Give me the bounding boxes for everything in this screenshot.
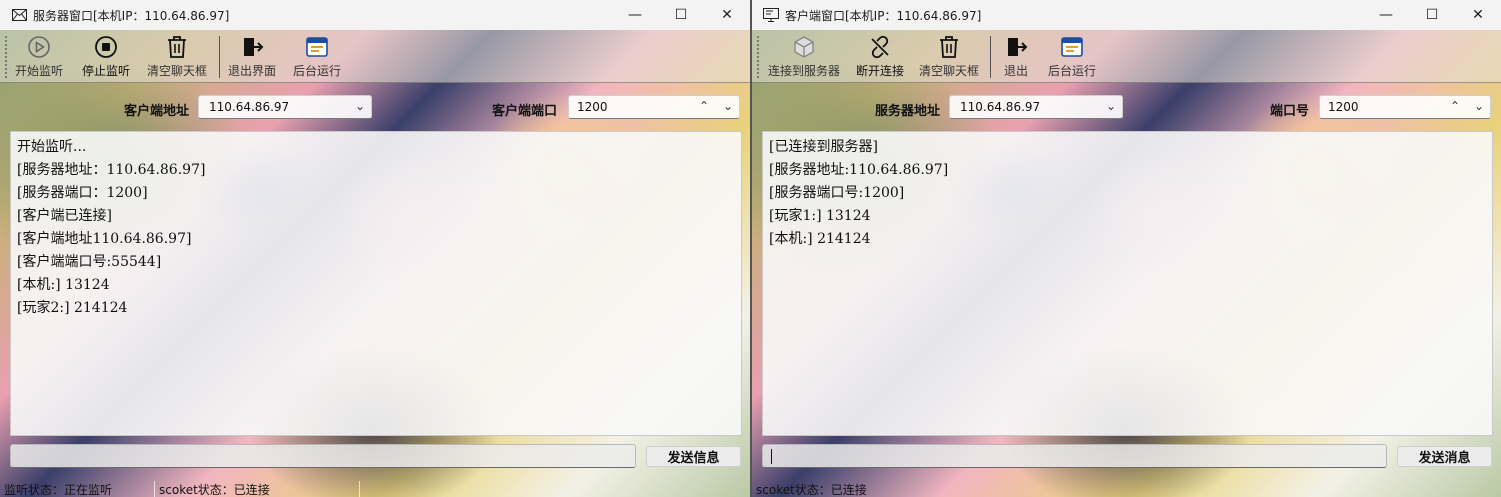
mail-icon xyxy=(11,8,27,22)
window-title: 客户端窗口[本机IP：110.64.86.97] xyxy=(785,8,982,23)
clear-chat-label: 清空聊天框 xyxy=(147,64,208,78)
trash-icon xyxy=(164,34,190,60)
connection-fields: 服务器地址 110.64.86.97 ⌄ 端口号 1200 ⌃ ⌄ xyxy=(752,95,1501,121)
minimize-button[interactable]: — xyxy=(612,0,658,30)
server-titlebar: 服务器窗口[本机IP：110.64.86.97] — ☐ ✕ xyxy=(0,0,750,30)
chevron-down-icon[interactable]: ⌄ xyxy=(1474,99,1484,113)
background-run-button[interactable]: 后台运行 xyxy=(1048,34,1096,79)
send-button[interactable]: 发送信息 xyxy=(646,446,741,467)
client-port-value: 1200 xyxy=(577,100,608,114)
send-button-label: 发送信息 xyxy=(667,451,720,466)
log-line: [客户端端口号:55544] xyxy=(17,254,162,270)
log-line: [已连接到服务器] xyxy=(769,139,878,155)
message-input[interactable] xyxy=(10,444,636,468)
log-line: [玩家1:] 13124 xyxy=(769,208,871,224)
clear-chat-button[interactable]: 清空聊天框 xyxy=(919,34,979,79)
background-run-button[interactable]: 后台运行 xyxy=(293,34,341,79)
server-toolbar: 开始监听 停止监听 清空聊天框 退出界面 后台运行 xyxy=(0,30,750,83)
log-line: [本机:] 13124 xyxy=(17,277,110,293)
maximize-button[interactable]: ☐ xyxy=(1409,0,1455,30)
log-line: [客户端地址110.64.86.97] xyxy=(17,231,192,247)
client-address-combo[interactable]: 110.64.86.97 ⌄ xyxy=(198,95,372,119)
close-button[interactable]: ✕ xyxy=(1455,0,1501,30)
stop-listen-button[interactable]: 停止监听 xyxy=(82,34,130,79)
exit-label: 退出 xyxy=(1003,64,1028,78)
connect-label: 连接到服务器 xyxy=(768,64,841,78)
trash-icon xyxy=(936,34,962,60)
socket-status: scoket状态：已连接 xyxy=(159,482,270,497)
stop-listen-label: 停止监听 xyxy=(82,64,131,78)
port-spinbox[interactable]: 1200 ⌃ ⌄ xyxy=(1319,95,1491,119)
chat-log[interactable]: [已连接到服务器] [服务器地址:110.64.86.97] [服务器端口号:1… xyxy=(762,131,1493,436)
stop-icon xyxy=(93,34,119,60)
minimize-button[interactable]: — xyxy=(1363,0,1409,30)
disconnect-label: 断开连接 xyxy=(856,64,905,78)
server-address-label: 服务器地址 xyxy=(875,104,941,119)
log-line: [服务器地址：110.64.86.97] xyxy=(17,162,206,178)
connect-button[interactable]: 连接到服务器 xyxy=(768,34,840,79)
chat-log[interactable]: 开始监听... [服务器地址：110.64.86.97] [服务器端口：1200… xyxy=(10,131,742,436)
toolbar-grip[interactable] xyxy=(757,36,759,78)
connection-fields: 客户端地址 110.64.86.97 ⌄ 客户端端口 1200 ⌃ ⌄ xyxy=(0,95,750,121)
log-line: [服务器地址:110.64.86.97] xyxy=(769,162,949,178)
start-listen-label: 开始监听 xyxy=(15,64,64,78)
chevron-up-icon[interactable]: ⌃ xyxy=(1450,99,1460,113)
clear-chat-button[interactable]: 清空聊天框 xyxy=(147,34,207,79)
exit-label: 退出界面 xyxy=(228,64,277,78)
log-line: [玩家2:] 214124 xyxy=(17,300,128,316)
chevron-down-icon[interactable]: ⌄ xyxy=(723,99,733,113)
maximize-button[interactable]: ☐ xyxy=(658,0,704,30)
log-line: [客户端已连接] xyxy=(17,208,112,224)
client-port-label: 客户端端口 xyxy=(492,104,558,119)
status-divider xyxy=(359,481,360,497)
exit-button[interactable]: 退出 xyxy=(1003,34,1029,79)
socket-status: scoket状态：已连接 xyxy=(756,482,867,497)
chevron-down-icon: ⌄ xyxy=(354,99,365,113)
send-button[interactable]: 发送消息 xyxy=(1397,446,1492,467)
window-panel-icon xyxy=(1059,34,1085,60)
client-toolbar: 连接到服务器 断开连接 清空聊天框 退出 后台运行 xyxy=(752,30,1501,83)
start-listen-button[interactable]: 开始监听 xyxy=(15,34,63,79)
window-panel-icon xyxy=(304,34,330,60)
client-port-spinbox[interactable]: 1200 ⌃ ⌄ xyxy=(568,95,740,119)
port-value: 1200 xyxy=(1328,100,1359,114)
status-bar: 监听状态：正在监听 scoket状态：已连接 xyxy=(0,481,750,497)
log-line: 开始监听... xyxy=(17,139,87,155)
chevron-up-icon[interactable]: ⌃ xyxy=(699,99,709,113)
port-label: 端口号 xyxy=(1270,104,1310,119)
close-button[interactable]: ✕ xyxy=(704,0,750,30)
client-window: 客户端窗口[本机IP：110.64.86.97] — ☐ ✕ 连接到服务器 断开… xyxy=(752,0,1501,497)
window-title: 服务器窗口[本机IP：110.64.86.97] xyxy=(33,8,230,23)
clear-chat-label: 清空聊天框 xyxy=(919,64,980,78)
server-window: 服务器窗口[本机IP：110.64.86.97] — ☐ ✕ 开始监听 停止监听… xyxy=(0,0,750,497)
message-input[interactable] xyxy=(762,444,1387,468)
unlink-icon xyxy=(867,34,893,60)
listen-status: 监听状态：正在监听 xyxy=(4,482,113,497)
monitor-icon xyxy=(763,8,779,22)
log-line: [服务器端口：1200] xyxy=(17,185,148,201)
toolbar-separator xyxy=(219,36,220,78)
chevron-down-icon: ⌄ xyxy=(1105,99,1116,113)
play-icon xyxy=(26,34,52,60)
client-titlebar: 客户端窗口[本机IP：110.64.86.97] — ☐ ✕ xyxy=(752,0,1501,30)
log-line: [本机:] 214124 xyxy=(769,231,871,247)
background-run-label: 后台运行 xyxy=(293,64,342,78)
toolbar-grip[interactable] xyxy=(5,36,7,78)
text-caret xyxy=(771,449,772,464)
client-address-label: 客户端地址 xyxy=(124,104,190,119)
disconnect-button[interactable]: 断开连接 xyxy=(856,34,904,79)
background-run-label: 后台运行 xyxy=(1048,64,1097,78)
send-button-label: 发送消息 xyxy=(1418,451,1471,466)
exit-icon xyxy=(1003,34,1029,60)
status-bar: scoket状态：已连接 xyxy=(752,481,1501,497)
exit-icon xyxy=(239,34,265,60)
server-address-value: 110.64.86.97 xyxy=(960,100,1041,114)
log-line: [服务器端口号:1200] xyxy=(769,185,905,201)
toolbar-separator xyxy=(990,36,991,78)
server-address-combo[interactable]: 110.64.86.97 ⌄ xyxy=(949,95,1123,119)
cube-icon xyxy=(791,34,817,60)
exit-button[interactable]: 退出界面 xyxy=(228,34,276,79)
client-address-value: 110.64.86.97 xyxy=(209,100,290,114)
